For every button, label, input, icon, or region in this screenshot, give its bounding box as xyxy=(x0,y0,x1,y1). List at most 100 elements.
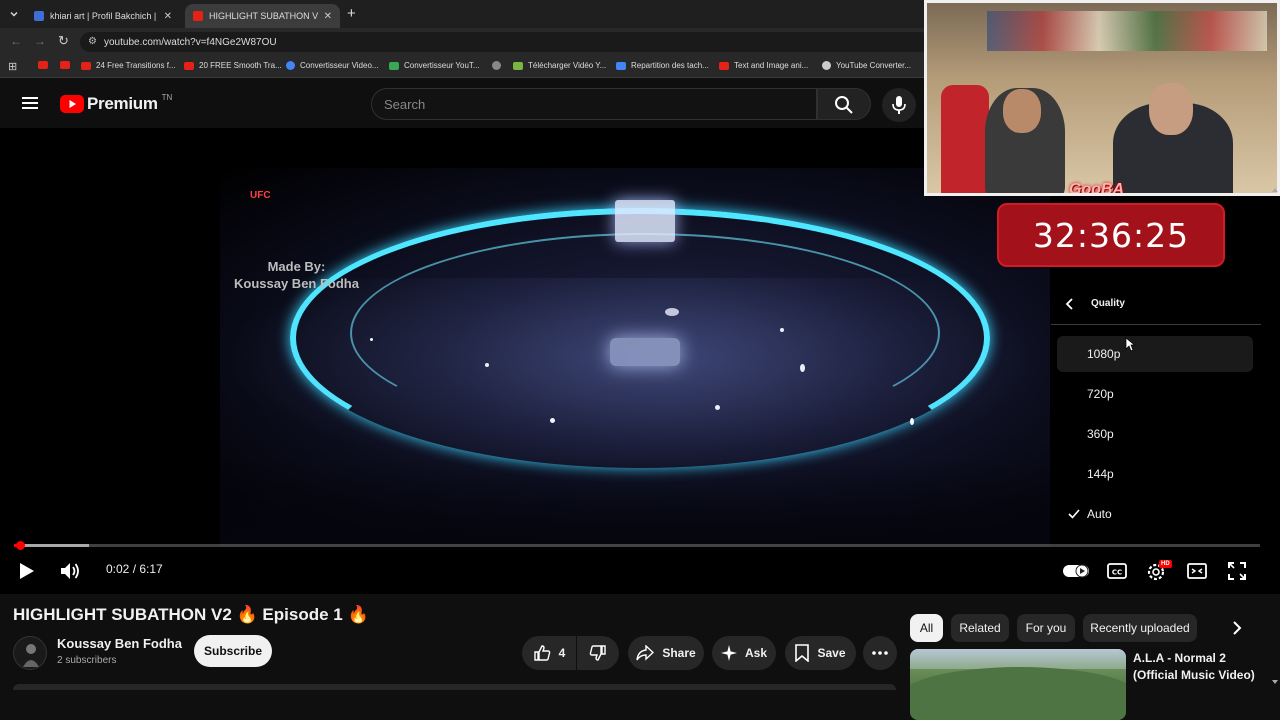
streamer-right-head xyxy=(1149,83,1193,135)
chip-related[interactable]: Related xyxy=(951,614,1009,642)
quality-menu: Quality 1080p 720p 360p 144p Auto xyxy=(1051,283,1261,533)
sparkle-icon xyxy=(720,645,737,661)
avatar-silhouette-icon xyxy=(23,644,39,667)
chevron-right-icon xyxy=(1233,621,1242,635)
logo-premium-text: Premium xyxy=(87,94,158,113)
subathon-timer: 32:36:25 xyxy=(997,203,1225,267)
hd-badge: HD xyxy=(1159,560,1172,568)
quality-menu-header[interactable]: Quality xyxy=(1051,283,1261,325)
bookmark-item[interactable]: YouTube Converter... xyxy=(822,61,911,70)
theater-mode-icon xyxy=(1187,563,1207,579)
bookmark-item[interactable]: Convertisseur YouT... xyxy=(389,61,480,70)
globe-icon xyxy=(492,61,501,70)
subtitles-button[interactable]: CC xyxy=(1104,558,1130,584)
crowd-haze xyxy=(220,278,1050,478)
back-icon[interactable]: ← xyxy=(10,34,22,48)
thumbnail-sky xyxy=(910,649,1126,669)
chevron-left-icon[interactable] xyxy=(1065,297,1075,310)
autoplay-toggle[interactable] xyxy=(1061,558,1091,584)
forward-icon[interactable]: → xyxy=(34,34,46,48)
buffered-bar xyxy=(14,544,89,547)
current-time: 0:02 xyxy=(106,562,130,576)
chip-for-you[interactable]: For you xyxy=(1017,614,1075,642)
browser-tab-1[interactable]: khiari art | Profil Bakchich | Bak ✕ xyxy=(26,4,180,28)
page-scrollbar[interactable] xyxy=(1270,128,1280,690)
video-frame[interactable]: UFC xyxy=(220,168,1050,546)
bookmark-item[interactable]: 20 FREE Smooth Tra... xyxy=(184,61,282,70)
settings-button[interactable]: HD xyxy=(1144,558,1172,584)
fullscreen-button[interactable] xyxy=(1224,558,1250,584)
chip-recently-uploaded[interactable]: Recently uploaded xyxy=(1083,614,1197,642)
related-video-thumbnail[interactable] xyxy=(910,649,1126,720)
more-horizontal-icon xyxy=(872,651,888,655)
center-screen xyxy=(615,200,675,242)
save-label: Save xyxy=(817,646,846,660)
arena-logo-text: UFC xyxy=(250,190,271,201)
chip-all[interactable]: All xyxy=(910,614,943,642)
quality-option-auto[interactable]: Auto xyxy=(1057,496,1253,532)
bookmark-item[interactable] xyxy=(492,61,506,70)
play-button[interactable] xyxy=(14,558,40,584)
more-actions-button[interactable] xyxy=(863,636,897,670)
autoplay-toggle-icon xyxy=(1063,564,1089,578)
bookmark-icon xyxy=(795,644,810,662)
webcam-overlay: GooBA xyxy=(924,0,1280,196)
fullscreen-icon xyxy=(1228,562,1246,580)
bookmark-item[interactable] xyxy=(60,61,75,69)
ask-button[interactable]: Ask xyxy=(712,636,776,670)
tab-list-chevron-icon[interactable] xyxy=(8,7,20,19)
youtube-play-logo-icon xyxy=(60,95,84,113)
bookmark-item[interactable]: Convertisseur Video... xyxy=(286,61,379,70)
webcam-name-label: GooBA xyxy=(1069,181,1125,196)
new-tab-button[interactable]: + xyxy=(347,5,356,22)
scrollbar-down-arrow-icon[interactable] xyxy=(1272,680,1278,684)
quality-option-360p[interactable]: 360p xyxy=(1057,416,1253,452)
subscribe-button[interactable]: Subscribe xyxy=(194,635,272,667)
progress-bar[interactable] xyxy=(14,541,1260,550)
bookmark-item[interactable]: Télécharger Vidéo Y... xyxy=(513,61,606,70)
mouse-cursor-icon xyxy=(1125,337,1135,352)
dislike-button[interactable] xyxy=(577,636,619,670)
channel-avatar[interactable] xyxy=(13,636,47,670)
save-button[interactable]: Save xyxy=(785,636,856,670)
voice-search-button[interactable] xyxy=(882,88,916,122)
site-info-icon[interactable]: ⚙ xyxy=(88,36,97,47)
streamer-left-head xyxy=(1003,89,1041,133)
bookmark-item[interactable]: 24 Free Transitions f... xyxy=(81,61,176,70)
close-tab-icon[interactable]: ✕ xyxy=(318,11,332,22)
quality-option-1080p[interactable]: 1080p xyxy=(1057,336,1253,372)
related-video-title[interactable]: A.L.A - Normal 2 (Official Music Video) xyxy=(1133,650,1273,684)
time-separator: / xyxy=(129,562,140,576)
browser-tab-2[interactable]: HIGHLIGHT SUBATHON V2 🔥 ✕ xyxy=(185,4,340,28)
scrollbar-up-arrow-icon[interactable] xyxy=(1272,188,1278,192)
like-button[interactable]: 4 xyxy=(522,636,576,670)
description-box[interactable] xyxy=(13,684,896,690)
youtube-icon xyxy=(719,61,729,70)
reload-icon[interactable]: ↻ xyxy=(58,33,69,49)
download-icon xyxy=(513,61,523,70)
google-icon xyxy=(286,61,295,70)
close-tab-icon[interactable]: ✕ xyxy=(158,11,172,22)
play-icon xyxy=(20,563,34,579)
apps-grid-icon[interactable]: ⊞ xyxy=(8,60,17,73)
bookmark-item[interactable] xyxy=(38,61,53,69)
foreground-shadow xyxy=(220,458,1050,546)
share-label: Share xyxy=(662,646,696,660)
bookmark-item[interactable]: Repartition des tach... xyxy=(616,61,709,70)
share-button[interactable]: Share xyxy=(628,636,704,670)
search-button[interactable] xyxy=(817,88,871,120)
volume-button[interactable] xyxy=(57,558,83,584)
red-chair xyxy=(941,85,989,193)
quality-option-720p[interactable]: 720p xyxy=(1057,376,1253,412)
time-display: 0:02 / 6:17 xyxy=(106,562,163,576)
volume-icon xyxy=(61,563,79,579)
address-bar[interactable]: ⚙ youtube.com/watch?v=f4NGe2W87OU xyxy=(80,32,930,52)
search-input[interactable]: Search xyxy=(371,88,817,120)
chips-next-button[interactable] xyxy=(1225,616,1249,640)
channel-name[interactable]: Koussay Ben Fodha xyxy=(57,636,182,651)
bookmark-item[interactable]: Text and Image ani... xyxy=(719,61,808,70)
youtube-logo[interactable]: Premium TN xyxy=(60,93,172,114)
menu-icon[interactable] xyxy=(22,96,38,110)
quality-option-144p[interactable]: 144p xyxy=(1057,456,1253,492)
miniplayer-button[interactable] xyxy=(1184,558,1210,584)
